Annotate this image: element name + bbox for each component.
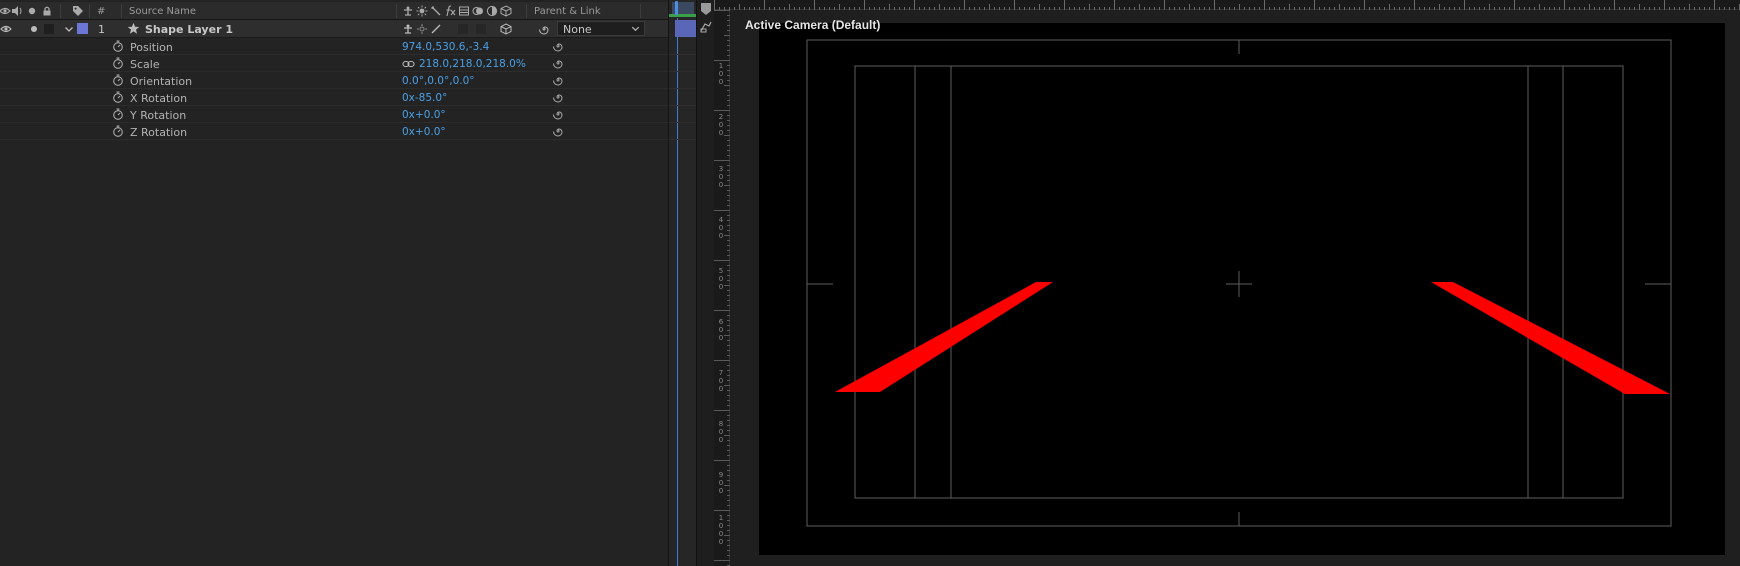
marker-flag-icon[interactable]	[700, 2, 712, 16]
pickwhip-spiral-icon[interactable]	[552, 57, 564, 69]
pickwhip-spiral-icon[interactable]	[552, 40, 564, 52]
adjustment-layer-icon[interactable]	[486, 5, 498, 17]
pickwhip-spiral-icon[interactable]	[538, 23, 550, 35]
3d-layer-cube-icon[interactable]	[500, 23, 512, 35]
column-parent-link[interactable]: Parent & Link	[534, 6, 601, 17]
quality-slash-icon[interactable]	[430, 5, 442, 17]
solo-dot-icon[interactable]	[28, 23, 40, 35]
graph-row	[669, 38, 697, 55]
vertical-ruler[interactable]: 100 200 300 400 500 600 700 800 900 1000	[714, 10, 730, 566]
property-row-z-rotation[interactable]: Z Rotation 0x+0.0°	[0, 123, 668, 140]
parent-dropdown-value: None	[563, 23, 592, 36]
property-row-x-rotation[interactable]: X Rotation 0x-85.0°	[0, 89, 668, 106]
composition-viewer[interactable]: Active Camera (Default)	[731, 11, 1740, 566]
property-row-scale[interactable]: Scale 218.0,218.0,218.0%	[0, 55, 668, 72]
audio-speaker-icon[interactable]	[11, 5, 23, 17]
property-row-y-rotation[interactable]: Y Rotation 0x+0.0°	[0, 106, 668, 123]
lock-icon[interactable]	[41, 5, 53, 17]
ruler-label: 900	[718, 471, 724, 495]
graph-row	[669, 55, 697, 72]
3d-layer-cube-icon[interactable]	[500, 5, 512, 17]
ruler-label: 500	[718, 267, 724, 291]
graph-row	[669, 123, 697, 140]
property-value[interactable]: 0x-85.0°	[402, 92, 447, 104]
property-value[interactable]: 974.0,530.6,-3.4	[402, 41, 489, 53]
frame-blend-toggle[interactable]	[458, 24, 468, 34]
timeline-nav-strip	[696, 0, 714, 566]
ruler-label: 700	[718, 369, 724, 393]
ruler-label: 800	[718, 420, 724, 444]
graph-row	[669, 106, 697, 123]
layer-index: 1	[98, 23, 105, 36]
layer-name[interactable]: Shape Layer 1	[145, 23, 233, 36]
effects-fx-icon[interactable]	[444, 5, 456, 17]
composition-canvas[interactable]	[731, 11, 1740, 566]
shy-switch-icon[interactable]	[402, 5, 414, 17]
ruler-label: 600	[718, 318, 724, 342]
pickwhip-spiral-icon[interactable]	[552, 74, 564, 86]
layer-duration-bar[interactable]	[675, 20, 697, 37]
shape-layer-star-icon	[127, 22, 140, 35]
stopwatch-icon[interactable]	[112, 125, 124, 137]
stopwatch-icon[interactable]	[112, 40, 124, 52]
ruler-label: 1000	[718, 514, 724, 546]
time-indicator-handle[interactable]	[675, 1, 678, 15]
ruler-label: 300	[718, 165, 724, 189]
property-value[interactable]: 218.0,218.0,218.0%	[419, 58, 526, 70]
constrain-proportions-link-icon[interactable]	[402, 58, 415, 70]
property-name: Y Rotation	[130, 109, 187, 122]
timeline-column-header: # Source Name Parent & Link	[0, 2, 668, 20]
pickwhip-spiral-icon[interactable]	[552, 125, 564, 137]
column-number[interactable]: #	[97, 6, 105, 17]
property-value[interactable]: 0.0°,0.0°,0.0°	[402, 75, 475, 87]
ruler-label: 200	[718, 113, 724, 137]
property-name: Position	[130, 41, 173, 54]
shy-switch-icon[interactable]	[402, 23, 414, 35]
property-name: Orientation	[130, 75, 193, 88]
layer-label-color[interactable]	[77, 23, 88, 34]
motion-blur-icon[interactable]	[472, 5, 484, 17]
horizontal-ruler[interactable]	[714, 0, 1740, 10]
pickwhip-spiral-icon[interactable]	[552, 108, 564, 120]
stopwatch-icon[interactable]	[112, 57, 124, 69]
property-name: X Rotation	[130, 92, 188, 105]
quality-slash-icon[interactable]	[430, 23, 442, 35]
chevron-down-icon	[630, 23, 641, 34]
video-eye-icon[interactable]	[0, 23, 12, 35]
timeline-panel: # Source Name Parent & Link 1 Shape Laye…	[0, 0, 668, 566]
property-name: Scale	[130, 58, 160, 71]
time-graph-strip[interactable]	[668, 0, 697, 566]
lock-toggle[interactable]	[44, 24, 54, 34]
graph-row	[669, 72, 697, 89]
column-source-name[interactable]: Source Name	[129, 6, 196, 17]
graph-row	[669, 89, 697, 106]
stopwatch-icon[interactable]	[112, 91, 124, 103]
chevron-down-icon[interactable]	[63, 23, 75, 35]
parent-dropdown[interactable]: None	[557, 21, 645, 36]
property-name: Z Rotation	[130, 126, 188, 139]
property-row-position[interactable]: Position 974.0,530.6,-3.4	[0, 38, 668, 55]
active-camera-label: Active Camera (Default)	[745, 18, 881, 32]
frame-blend-icon[interactable]	[458, 5, 470, 17]
layer-row-shape-layer-1[interactable]: 1 Shape Layer 1 None	[0, 20, 668, 38]
collapse-sun-icon[interactable]	[416, 23, 428, 35]
pickwhip-spiral-icon[interactable]	[552, 91, 564, 103]
stopwatch-icon[interactable]	[112, 108, 124, 120]
ruler-label: 100	[718, 62, 724, 86]
solo-dot-icon[interactable]	[26, 5, 38, 17]
stopwatch-icon[interactable]	[112, 74, 124, 86]
property-value[interactable]: 0x+0.0°	[402, 109, 446, 121]
comp-marker-bin-icon[interactable]	[700, 21, 712, 33]
property-value[interactable]: 0x+0.0°	[402, 126, 446, 138]
video-eye-icon[interactable]	[0, 5, 11, 17]
property-row-orientation[interactable]: Orientation 0.0°,0.0°,0.0°	[0, 72, 668, 89]
motion-blur-toggle[interactable]	[476, 24, 486, 34]
label-tag-icon[interactable]	[72, 5, 84, 17]
camera-view-background	[759, 23, 1725, 555]
ruler-label: 400	[718, 216, 724, 240]
render-cache-bar	[669, 14, 697, 17]
collapse-sun-icon[interactable]	[416, 5, 428, 17]
